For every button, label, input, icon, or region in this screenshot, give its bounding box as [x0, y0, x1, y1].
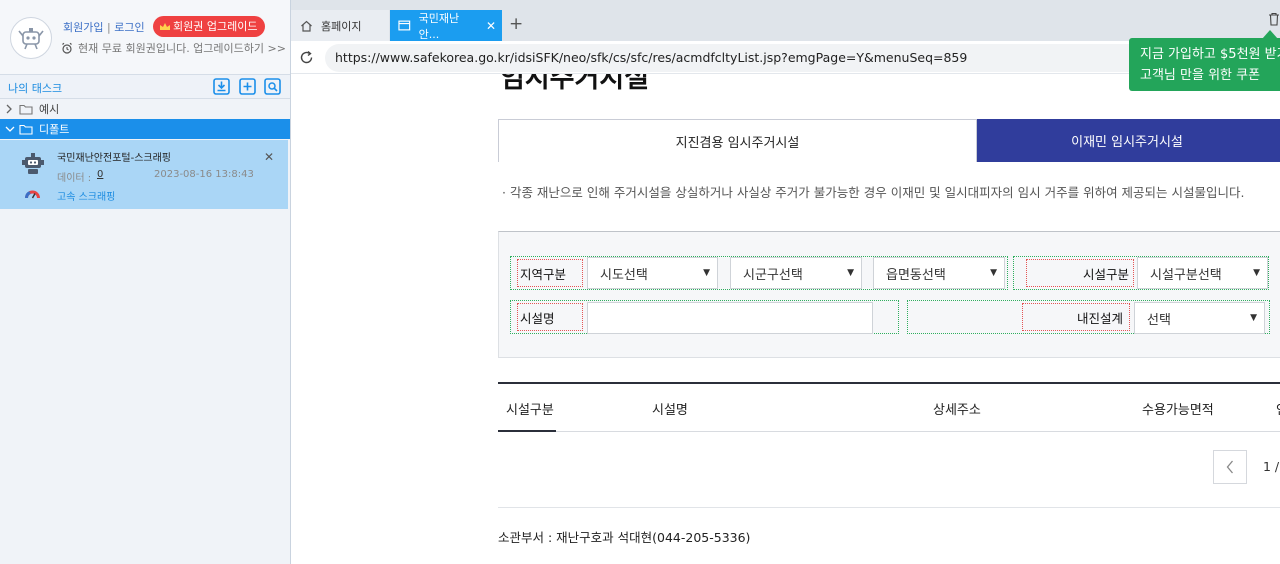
upgrade-label: 회원권 업그레이드: [173, 20, 258, 33]
task-timestamp: 2023-08-16 13:8:43: [154, 169, 254, 180]
tab-earthquake-shelter[interactable]: 지진겸용 임시주거시설: [498, 119, 977, 162]
page-heading: 임시주거시설: [500, 74, 650, 94]
tab-label: 지진겸용 임시주거시설: [675, 135, 800, 151]
results-table-header: 시설구분 시설명 상세주소 수용가능면적 인원: [498, 382, 1280, 432]
close-icon[interactable]: ✕: [264, 150, 274, 164]
membership-status-text: 현재 무료 회원권입니다. 업그레이드하기 >>: [78, 42, 286, 55]
folder-item-sample[interactable]: 예시: [0, 99, 290, 119]
promo-line-2: 고객님 만을 위한 쿠폰: [1140, 68, 1261, 83]
login-link[interactable]: 로그인: [114, 21, 144, 34]
tab-displaced-shelter[interactable]: 이재민 임시주거시설: [977, 119, 1280, 162]
trash-icon[interactable]: [1268, 12, 1280, 26]
tab-homepage[interactable]: 홈페이지: [291, 10, 389, 41]
region-label: 지역구분: [517, 259, 583, 287]
browser-tab-bar: 홈페이지 국민재난안... ✕ +: [291, 0, 1280, 41]
task-data-count[interactable]: 0: [97, 169, 103, 180]
pager-prev-button[interactable]: [1213, 450, 1247, 484]
page-description: · 각종 재난으로 인해 주거시설을 상실하거나 사실상 주거가 불가능한 경우…: [502, 185, 1245, 200]
column-capacity-area[interactable]: 수용가능면적: [1142, 399, 1214, 418]
select-value: 시군구선택: [743, 267, 803, 283]
folder-item-default[interactable]: 디폴트: [0, 119, 290, 139]
tab-label: 홈페이지: [321, 19, 362, 33]
select-value: 시설구분선택: [1150, 267, 1222, 283]
column-facility-name[interactable]: 시설명: [652, 399, 688, 418]
speedometer-icon: [25, 190, 40, 199]
new-tab-icon[interactable]: +: [509, 14, 523, 34]
tab-safekorea[interactable]: 국민재난안... ✕: [390, 10, 502, 41]
chevron-down-icon: [5, 125, 15, 133]
promo-line-1: 지금 가입하고 $5천원 받기: [1140, 47, 1280, 62]
sido-select[interactable]: 시도선택 ▼: [587, 257, 718, 289]
dropdown-arrow-icon: ▼: [1253, 268, 1260, 278]
column-facility-type[interactable]: 시설구분: [506, 399, 554, 418]
folder-icon: [19, 124, 33, 135]
dropdown-arrow-icon: ▼: [703, 268, 710, 278]
promo-banner[interactable]: 지금 가입하고 $5천원 받기 고객님 만을 위한 쿠폰: [1129, 38, 1280, 91]
facility-name-input[interactable]: [587, 302, 873, 334]
select-value: 선택: [1147, 312, 1171, 328]
add-task-icon[interactable]: [239, 78, 256, 95]
facility-type-label: 시설구분: [1026, 259, 1134, 287]
column-capacity-people[interactable]: 인원: [1276, 399, 1280, 418]
tab-label: 국민재난안...: [418, 11, 460, 41]
robot-avatar-icon: [18, 28, 44, 50]
crown-icon: [160, 22, 170, 30]
import-task-icon[interactable]: [213, 78, 230, 95]
avatar[interactable]: [10, 17, 52, 59]
page-footer: 소관부서 : 재난구호과 석대현(044-205-5336): [498, 530, 751, 545]
page-icon: [398, 20, 411, 31]
folder-icon: [19, 104, 33, 115]
folder-label: 디폴트: [39, 123, 70, 136]
alarm-clock-icon: [62, 42, 72, 54]
scrape-mode-label[interactable]: 고속 스크래핑: [57, 188, 115, 203]
facility-name-label: 시설명: [517, 303, 583, 331]
sigungu-select[interactable]: 시군구선택 ▼: [730, 257, 862, 289]
close-tab-icon[interactable]: ✕: [486, 19, 496, 33]
upgrade-button[interactable]: 회원권 업그레이드: [153, 16, 266, 37]
select-value: 읍면동선택: [886, 267, 946, 283]
column-address[interactable]: 상세주소: [933, 399, 981, 418]
footer-divider: [498, 507, 1280, 508]
task-name: 국민재난안전포털-스크래핑: [57, 153, 172, 164]
membership-status[interactable]: 현재 무료 회원권입니다. 업그레이드하기 >>: [61, 40, 286, 56]
select-value: 시도선택: [600, 267, 648, 283]
robot-icon: [22, 153, 44, 174]
task-header: 나의 태스크: [0, 75, 290, 99]
web-page: 임시주거시설 지진겸용 임시주거시설 이재민 임시주거시설 · 각종 재난으로 …: [291, 74, 1280, 564]
header-underline: [498, 430, 556, 432]
signup-link[interactable]: 회원가입: [63, 21, 103, 34]
tab-label: 이재민 임시주거시설: [1071, 135, 1183, 150]
task-title: 나의 태스크: [8, 82, 63, 95]
task-card[interactable]: 국민재난안전포털-스크래핑 데이터 : 0 2023-08-16 13:8:43…: [0, 140, 288, 209]
search-task-icon[interactable]: [264, 78, 281, 95]
task-data-label: 데이터 :: [57, 173, 92, 184]
auth-separator: |: [106, 21, 111, 34]
seismic-select[interactable]: 선택 ▼: [1134, 302, 1265, 334]
reload-icon[interactable]: [299, 50, 314, 65]
folder-label: 예시: [39, 103, 60, 116]
home-icon: [301, 20, 312, 32]
dropdown-arrow-icon: ▼: [990, 268, 997, 278]
facility-tabs: 지진겸용 임시주거시설 이재민 임시주거시설: [498, 119, 1280, 162]
chevron-right-icon: [5, 104, 15, 114]
chevron-left-icon: [1226, 460, 1233, 474]
account-area: 회원가입 | 로그인 회원권 업그레이드 현재 무료 회원권입니다. 업그레이드…: [0, 0, 290, 75]
seismic-label: 내진설계: [1022, 303, 1130, 331]
pager-page-number: 1 / 1: [1263, 459, 1280, 474]
search-panel: 지역구분 시도선택 ▼ 시군구선택 ▼ 읍면동선택 ▼ 시설구분 시설구분선택 ▼ 시설…: [498, 231, 1280, 358]
emd-select[interactable]: 읍면동선택 ▼: [873, 257, 1005, 289]
auth-links: 회원가입 | 로그인: [63, 19, 145, 35]
task-sidebar: 회원가입 | 로그인 회원권 업그레이드 현재 무료 회원권입니다. 업그레이드…: [0, 0, 291, 564]
dropdown-arrow-icon: ▼: [1250, 313, 1257, 323]
dropdown-arrow-icon: ▼: [847, 268, 854, 278]
facility-type-select[interactable]: 시설구분선택 ▼: [1137, 257, 1268, 289]
